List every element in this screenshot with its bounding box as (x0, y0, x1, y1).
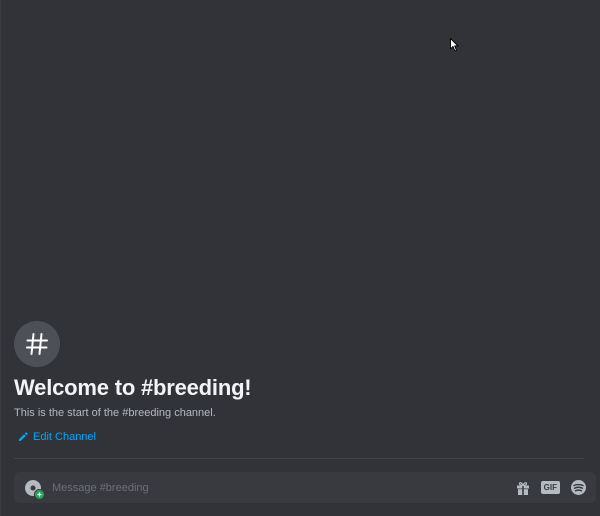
plus-icon (37, 492, 42, 496)
gift-icon (516, 481, 529, 495)
sticker-icon (571, 480, 586, 495)
channel-welcome: Welcome to #breeding! This is the start … (14, 321, 589, 447)
message-composer: GIF (14, 472, 596, 503)
gift-button[interactable] (515, 479, 531, 497)
edit-channel-label: Edit Channel (33, 431, 96, 443)
pencil-icon (19, 432, 28, 441)
channel-avatar (14, 321, 60, 367)
message-input[interactable] (52, 477, 515, 498)
plus-badge (34, 488, 45, 500)
add-attachment-button[interactable] (25, 479, 45, 500)
hash-icon (26, 333, 48, 355)
welcome-subtitle: This is the start of the #breeding chann… (14, 407, 216, 419)
edit-channel-link[interactable]: Edit Channel (18, 430, 96, 444)
welcome-title: Welcome to #breeding! (14, 375, 252, 400)
divider (14, 458, 584, 459)
mouse-cursor-icon (450, 38, 459, 52)
gif-button[interactable]: GIF (540, 479, 560, 497)
gif-icon: GIF (540, 481, 560, 494)
channel-chat-view: Welcome to #breeding! This is the start … (0, 0, 600, 516)
sticker-button[interactable] (570, 479, 587, 497)
composer-tools: GIF (515, 479, 587, 497)
